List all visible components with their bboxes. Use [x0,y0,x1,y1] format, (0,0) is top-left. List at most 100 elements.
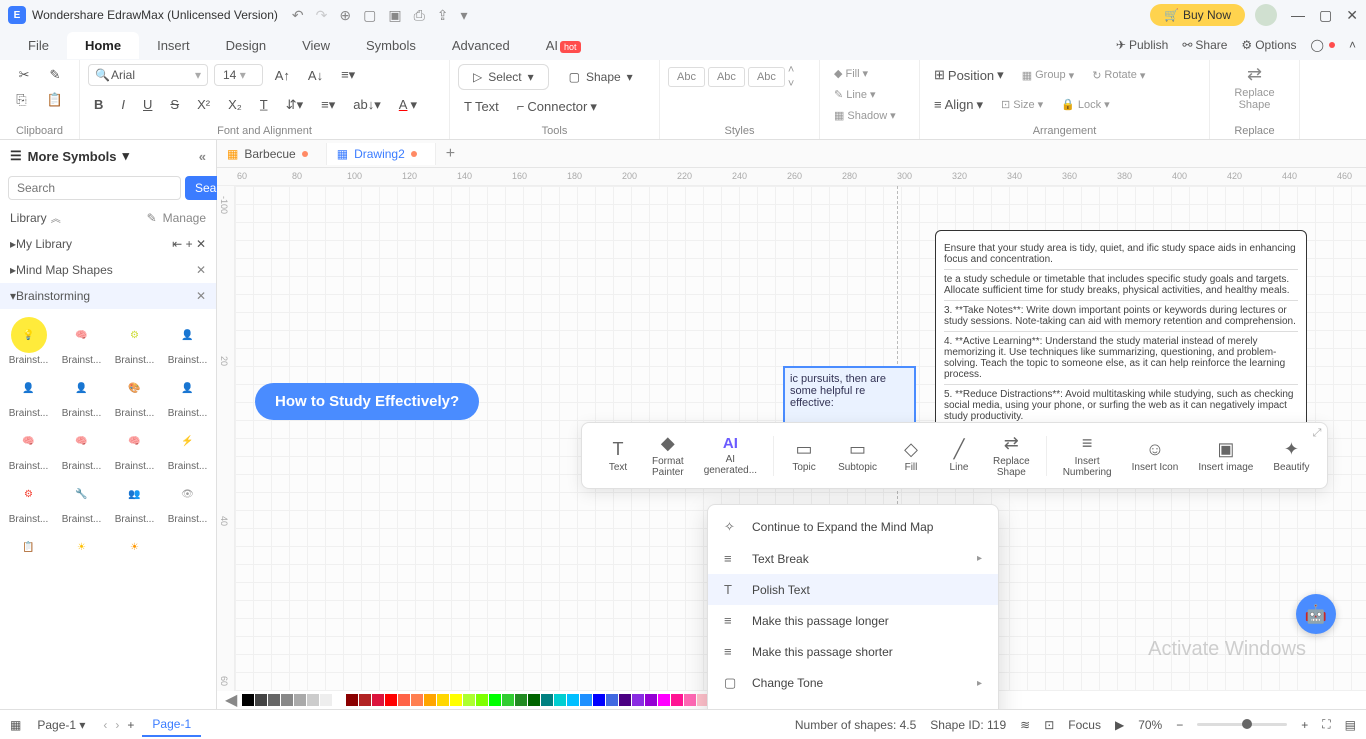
color-swatch[interactable] [606,694,618,706]
toolbar-fill[interactable]: ◇Fill [889,435,933,477]
zoom-level[interactable]: 70% [1138,718,1162,732]
align-left-icon[interactable]: ≡▾ [335,64,361,86]
spacing-icon[interactable]: ⇵▾ [280,94,309,116]
tab-file[interactable]: File [10,32,67,59]
menu-text-break[interactable]: ≡Text Break▸ [708,543,998,574]
menu-continue-to-expand-the-mind-map[interactable]: ✧Continue to Expand the Mind Map [708,511,998,543]
page-selector[interactable]: Page-1 ▾ [27,714,95,736]
tab-advanced[interactable]: Advanced [434,32,528,59]
hamburger-icon[interactable]: ☰ [10,148,22,164]
color-swatch[interactable] [619,694,631,706]
outline-icon[interactable]: ▦ [10,718,21,732]
format-painter-icon[interactable]: ✎ [44,64,67,86]
replace-shape-icon[interactable]: ⇄ [1247,64,1262,85]
shape-item[interactable]: ⚡Brainst... [163,423,212,472]
shape-item[interactable]: ⚙Brainst... [4,476,53,525]
doc-tab-barbecue[interactable]: ▦Barbecue [217,143,327,165]
color-swatch[interactable] [671,694,683,706]
cut-icon[interactable]: ✂ [13,64,36,86]
layers-icon[interactable]: ≋ [1020,718,1030,732]
add-document-tab[interactable]: + [436,145,465,163]
shape-item[interactable]: ☀ [57,529,106,567]
redo-icon[interactable]: ↷ [316,7,328,24]
menu-polish-text[interactable]: TPolish Text [708,574,998,605]
color-swatch[interactable] [359,694,371,706]
color-swatch[interactable] [450,694,462,706]
increase-font-icon[interactable]: A↑ [269,65,296,86]
subscript-icon[interactable]: X₂ [222,94,248,115]
superscript-icon[interactable]: X² [191,94,216,115]
toolbar-insert-icon[interactable]: ☺Insert Icon [1124,435,1187,477]
menu-translate[interactable]: ⊞Translate▸ [708,699,998,709]
fill-button[interactable]: ◆ Fill▾ [828,64,911,83]
font-size-select[interactable]: 14 ▾ [214,64,263,86]
decrease-font-icon[interactable]: A↓ [302,65,329,86]
main-topic-node[interactable]: How to Study Effectively? [255,383,479,420]
close-section-icon[interactable]: ✕ [196,237,206,251]
shape-item[interactable]: 🧠Brainst... [57,423,106,472]
toolbar-replace-shape[interactable]: ⇄Replace Shape [985,429,1038,482]
color-swatch[interactable] [528,694,540,706]
toolbar-text[interactable]: TText [596,435,640,477]
font-color-icon[interactable]: A▾ [393,94,423,116]
color-swatch[interactable] [593,694,605,706]
next-page-icon[interactable]: › [115,718,119,732]
italic-icon[interactable]: I [115,94,131,115]
zoom-in-icon[interactable]: + [1301,718,1308,732]
fullscreen-icon[interactable]: ⛶ [1322,717,1330,732]
presentation-icon[interactable]: ▶ [1115,718,1124,732]
text-direction-icon[interactable]: ab↓▾ [347,94,387,116]
notification-icon[interactable]: ◯ [1311,38,1335,52]
user-avatar[interactable] [1255,4,1277,26]
shape-item[interactable]: 🧠Brainst... [110,423,159,472]
shape-tool-button[interactable]: ▢ Shape▾ [555,65,647,89]
style-swatch-1[interactable]: Abc [668,67,705,87]
export-icon[interactable]: ⇪ [437,7,449,24]
shape-item[interactable]: 📋 [4,529,53,567]
line-button[interactable]: ✎ Line▾ [828,85,911,104]
shape-item[interactable]: 💡Brainst... [4,317,53,366]
color-swatch[interactable] [294,694,306,706]
toolbar-beautify[interactable]: ✦Beautify [1265,435,1317,477]
color-swatch[interactable] [476,694,488,706]
size-button[interactable]: ⊡ Size▾ [995,95,1049,114]
tab-design[interactable]: Design [208,32,284,59]
shape-item[interactable]: 🧠Brainst... [4,423,53,472]
shape-item[interactable]: 🔧Brainst... [57,476,106,525]
maximize-icon[interactable]: ▢ [1319,7,1332,24]
position-button[interactable]: ⊞ Position▾ [928,64,1010,86]
paste-icon[interactable]: 📋 [41,89,69,111]
import-icon[interactable]: ⇤ [172,237,182,251]
my-library-section[interactable]: ▸ My Library ⇤ + ✕ [0,231,216,257]
pin-icon[interactable]: ⤢ [1313,427,1322,440]
color-swatch[interactable] [463,694,475,706]
color-swatch[interactable] [320,694,332,706]
tab-symbols[interactable]: Symbols [348,32,434,59]
zoom-slider[interactable] [1197,723,1287,726]
undo-icon[interactable]: ↶ [292,7,304,24]
color-swatch[interactable] [567,694,579,706]
color-swatch[interactable] [411,694,423,706]
lock-button[interactable]: 🔒 Lock▾ [1055,95,1115,114]
strikethrough-icon[interactable]: S [164,94,185,115]
symbol-search-input[interactable] [8,176,181,200]
toolbar-insert-image[interactable]: ▣Insert image [1190,435,1261,477]
color-swatch[interactable] [554,694,566,706]
select-tool-button[interactable]: ▷ Select ▾ [458,64,549,90]
group-button[interactable]: ▦ Group▾ [1016,66,1081,85]
new-icon[interactable]: ⊕ [339,7,351,24]
color-swatch[interactable] [658,694,670,706]
close-section-icon[interactable]: ✕ [196,263,206,277]
shape-item[interactable]: ⚙Brainst... [110,317,159,366]
shape-item[interactable]: 👥Brainst... [110,476,159,525]
color-swatch[interactable] [333,694,345,706]
color-swatch[interactable] [281,694,293,706]
open-icon[interactable]: ▢ [363,7,376,24]
color-swatch[interactable] [268,694,280,706]
shape-item[interactable]: 👤Brainst... [4,370,53,419]
color-swatch[interactable] [580,694,592,706]
color-swatch[interactable] [502,694,514,706]
shape-item[interactable]: 🎨Brainst... [110,370,159,419]
panels-icon[interactable]: ▤ [1345,718,1356,732]
tab-ai[interactable]: AIhot [528,32,599,59]
